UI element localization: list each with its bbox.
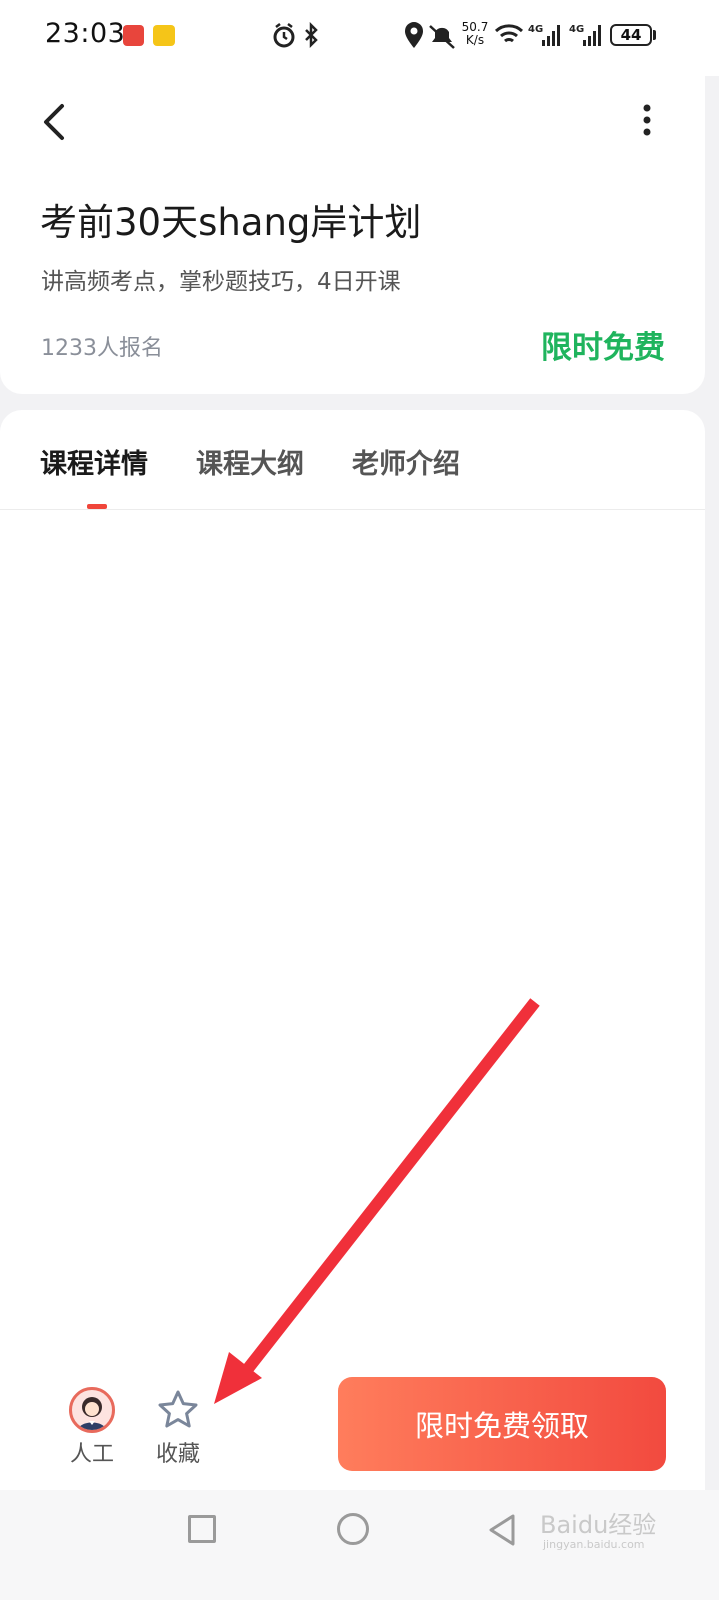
back-button[interactable] bbox=[36, 100, 76, 144]
status-bar: 23:03 50.7 K/s 4G 4G 44 bbox=[0, 0, 719, 76]
agent-avatar-icon bbox=[78, 1397, 106, 1430]
location-mute-icons bbox=[405, 22, 455, 49]
favorite-button[interactable] bbox=[156, 1388, 200, 1432]
price-tag: 限时免费 bbox=[541, 330, 665, 366]
enroll-count: 1233人报名 bbox=[41, 336, 163, 361]
battery-tip bbox=[653, 30, 656, 40]
course-title: 考前30天shang岸计划 bbox=[40, 201, 422, 244]
status-time: 23:03 bbox=[45, 18, 126, 49]
battery-indicator: 44 bbox=[610, 24, 652, 46]
wifi-icon bbox=[494, 24, 524, 43]
recents-square-icon[interactable] bbox=[188, 1515, 216, 1543]
tab-divider bbox=[0, 509, 705, 510]
claim-free-button[interactable]: 限时免费领取 bbox=[338, 1377, 666, 1471]
star-icon bbox=[158, 1390, 198, 1428]
svg-text:4G: 4G bbox=[528, 24, 543, 35]
net-speed-unit: K/s bbox=[465, 33, 485, 47]
course-content-card bbox=[0, 410, 705, 1490]
customer-service-label[interactable]: 人工 bbox=[70, 1436, 114, 1468]
signal-4g-icon-2: 4G bbox=[569, 24, 601, 46]
svg-text:4G: 4G bbox=[569, 24, 584, 35]
baidu-watermark: Baidu经验 bbox=[540, 1511, 657, 1539]
signal-4g-icon: 4G bbox=[528, 24, 560, 46]
tab-course-outline[interactable]: 课程大纲 bbox=[196, 442, 304, 481]
tab-course-details[interactable]: 课程详情 bbox=[40, 442, 148, 481]
net-speed: 50.7 K/s bbox=[460, 21, 490, 47]
app-notification-icon-2 bbox=[153, 25, 175, 46]
app-notification-icon bbox=[123, 25, 144, 46]
more-options-button[interactable] bbox=[630, 100, 664, 144]
more-vertical-icon bbox=[643, 104, 651, 136]
tab-teacher-intro[interactable]: 老师介绍 bbox=[352, 442, 460, 481]
home-circle-icon[interactable] bbox=[337, 1513, 369, 1545]
course-subtitle: 讲高频考点，掌秒题技巧，4日开课 bbox=[41, 269, 401, 295]
favorite-label[interactable]: 收藏 bbox=[156, 1436, 200, 1468]
back-triangle-icon[interactable] bbox=[485, 1512, 517, 1548]
chevron-left-icon bbox=[44, 104, 64, 140]
alarm-bluetooth-icons bbox=[273, 22, 318, 49]
baidu-watermark-url: jingyan.baidu.com bbox=[543, 1538, 645, 1551]
customer-service-avatar[interactable] bbox=[69, 1387, 115, 1433]
